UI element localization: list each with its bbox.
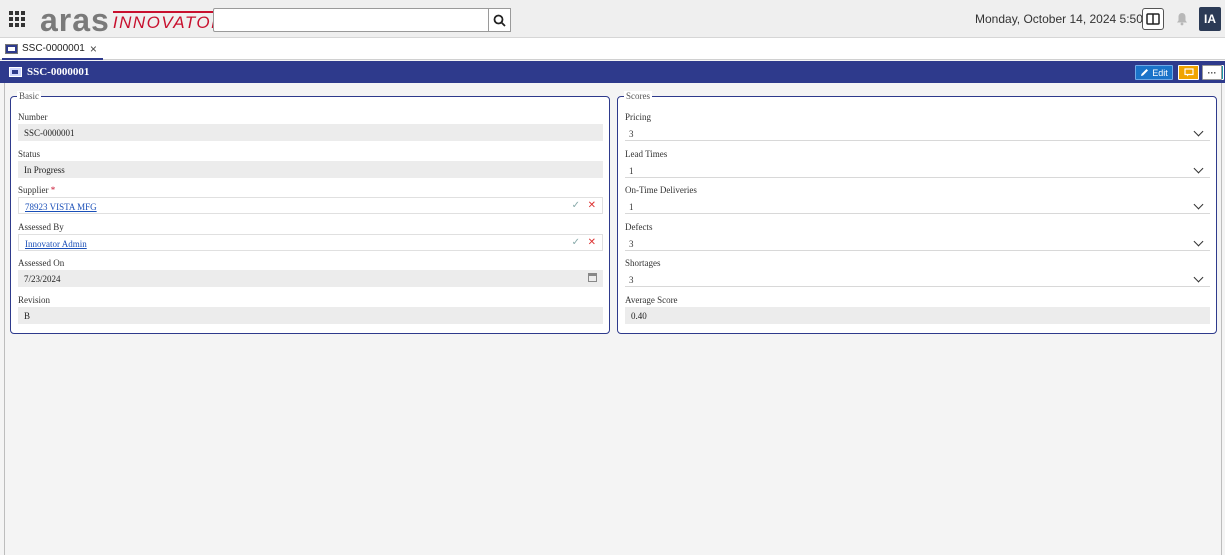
more-actions-button[interactable]: ···: [1202, 65, 1222, 80]
number-field: SSC-0000001: [18, 124, 603, 141]
bell-icon[interactable]: [1175, 12, 1189, 26]
shortages-select[interactable]: 3: [625, 270, 1210, 287]
calendar-icon[interactable]: [588, 273, 597, 282]
chevron-down-icon: [1193, 199, 1204, 210]
supplier-link[interactable]: 78923 VISTA MFG: [25, 202, 97, 212]
pricing-label: Pricing: [625, 112, 651, 122]
layout-icon: [1146, 13, 1160, 25]
edit-button[interactable]: Edit: [1135, 65, 1173, 80]
item-type-icon: [9, 67, 22, 77]
comment-icon: [1183, 68, 1194, 77]
supplier-field[interactable]: 78923 VISTA MFG ✓ ✕: [18, 197, 603, 214]
required-marker: *: [50, 185, 56, 195]
tab-label: SSC-0000001: [22, 43, 85, 54]
clear-icon[interactable]: ✕: [588, 238, 596, 248]
apps-grid-icon[interactable]: [9, 11, 25, 27]
edit-button-label: Edit: [1152, 67, 1168, 78]
defects-label: Defects: [625, 222, 653, 232]
on-time-select[interactable]: 1: [625, 197, 1210, 214]
on-time-value: 1: [629, 202, 634, 212]
search-button[interactable]: [489, 8, 511, 32]
assessed-by-label: Assessed By: [18, 222, 64, 232]
logo-main-text: aras: [40, 2, 110, 38]
scores-group: Scores Pricing 3 Lead Times 1 On-Time De…: [617, 91, 1217, 334]
clear-icon[interactable]: ✕: [588, 201, 596, 211]
average-score-label: Average Score: [625, 295, 678, 305]
on-time-label: On-Time Deliveries: [625, 185, 697, 195]
chevron-down-icon: [1193, 163, 1204, 174]
shortages-value: 3: [629, 275, 634, 285]
close-icon[interactable]: ×: [90, 43, 97, 55]
revision-label: Revision: [18, 295, 51, 305]
item-header-bar: SSC-0000001 Edit: [0, 61, 1225, 83]
basic-legend: Basic: [17, 91, 41, 101]
assessed-on-field[interactable]: 7/23/2024: [18, 270, 603, 287]
user-avatar[interactable]: IA: [1199, 7, 1221, 31]
layout-toggle-button[interactable]: [1142, 8, 1164, 30]
status-field: In Progress: [18, 161, 603, 178]
checkmark-icon[interactable]: ✓: [572, 238, 580, 248]
item-title: SSC-0000001: [27, 66, 90, 78]
top-bar: aras INNOVATOR Monday, October 14, 2024 …: [0, 0, 1225, 38]
pricing-value: 3: [629, 129, 634, 139]
supplier-label-text: Supplier: [18, 185, 49, 195]
assessed-on-label: Assessed On: [18, 258, 65, 268]
defects-value: 3: [629, 239, 634, 249]
chevron-down-icon: [1193, 272, 1204, 283]
search-icon: [493, 14, 506, 27]
tab-ssc-0000001[interactable]: SSC-0000001 ×: [2, 39, 103, 60]
aras-logo[interactable]: aras INNOVATOR: [40, 2, 225, 38]
shortages-label: Shortages: [625, 258, 661, 268]
item-type-icon: [5, 43, 18, 54]
status-label: Status: [18, 149, 41, 159]
number-label: Number: [18, 112, 48, 122]
defects-select[interactable]: 3: [625, 234, 1210, 251]
search-input[interactable]: [213, 8, 489, 32]
item-form: Basic Number SSC-0000001 Status In Progr…: [4, 83, 1222, 555]
checkmark-icon[interactable]: ✓: [572, 201, 580, 211]
revision-field: B: [18, 307, 603, 324]
chevron-down-icon: [1193, 236, 1204, 247]
lead-times-label: Lead Times: [625, 149, 668, 159]
lead-times-select[interactable]: 1: [625, 161, 1210, 178]
lead-times-value: 1: [629, 166, 634, 176]
basic-group: Basic Number SSC-0000001 Status In Progr…: [10, 91, 610, 334]
assessed-by-link[interactable]: Innovator Admin: [25, 239, 87, 249]
pricing-select[interactable]: 3: [625, 124, 1210, 141]
average-score-field: 0.40: [625, 307, 1210, 324]
assessed-on-value: 7/23/2024: [24, 274, 61, 284]
tab-strip: SSC-0000001 ×: [0, 38, 1225, 60]
assessed-by-field[interactable]: Innovator Admin ✓ ✕: [18, 234, 603, 251]
supplier-label: Supplier *: [18, 185, 55, 195]
current-datetime: Monday, October 14, 2024 5:50 AM: [975, 12, 1164, 26]
pencil-icon: [1141, 69, 1149, 76]
discussion-button[interactable]: [1178, 65, 1199, 80]
chevron-down-icon: [1193, 126, 1204, 137]
logo-sub-text: INNOVATOR: [112, 11, 225, 32]
scores-legend: Scores: [624, 91, 652, 101]
